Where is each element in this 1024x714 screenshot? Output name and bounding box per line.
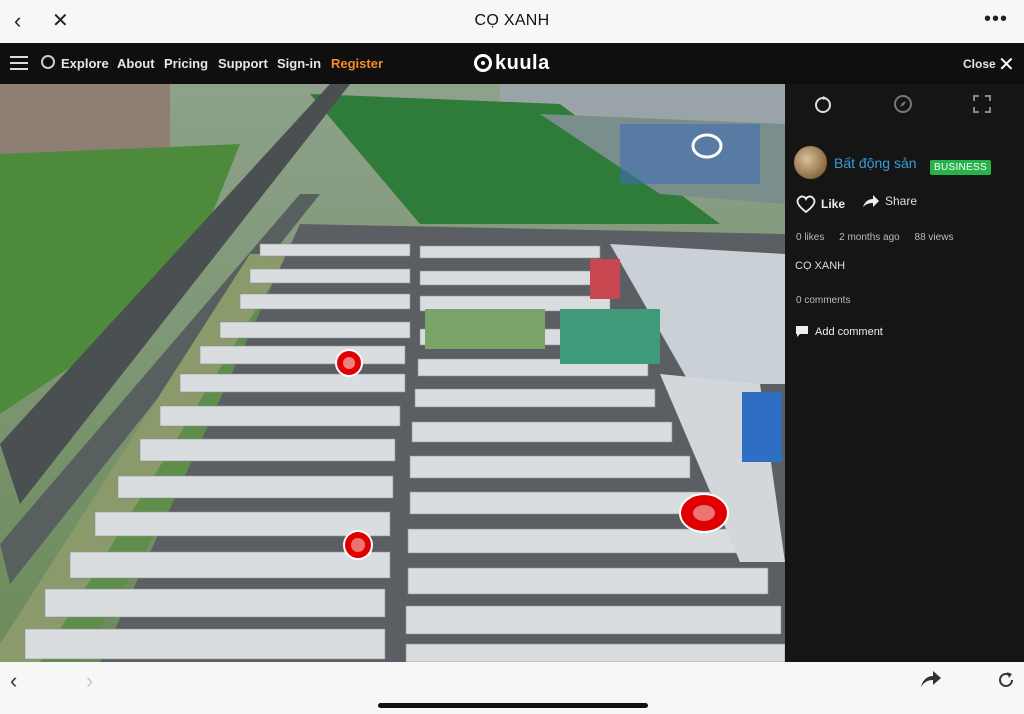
kuula-logo[interactable]: kuula bbox=[474, 50, 550, 76]
share-arrow-icon[interactable] bbox=[920, 670, 942, 688]
nav-sign-in[interactable]: Sign-in bbox=[277, 56, 321, 71]
nav-about[interactable]: About bbox=[117, 56, 155, 71]
logo-ring-icon bbox=[474, 54, 492, 72]
heart-icon bbox=[796, 195, 816, 214]
add-comment-label: Add comment bbox=[815, 325, 883, 338]
post-stats: 0 likes 2 months ago 88 views bbox=[796, 232, 965, 243]
post-description: CỌ XANH bbox=[795, 260, 846, 272]
avatar[interactable] bbox=[794, 146, 827, 179]
likes-count: 0 likes bbox=[796, 232, 825, 243]
author-name[interactable]: Bất động sản bbox=[834, 155, 917, 171]
nav-pricing[interactable]: Pricing bbox=[164, 56, 208, 71]
globe-icon bbox=[41, 55, 55, 69]
fullscreen-icon[interactable] bbox=[972, 94, 992, 114]
logo-text: kuula bbox=[495, 51, 550, 74]
compass-icon[interactable] bbox=[893, 94, 913, 114]
close-viewer-label[interactable]: Close bbox=[963, 57, 996, 71]
aerial-photo bbox=[0, 84, 785, 662]
kuula-navbar: Explore About Pricing Support Sign-in Re… bbox=[0, 43, 1024, 84]
views-count: 88 views bbox=[914, 232, 954, 243]
nav-explore[interactable]: Explore bbox=[61, 56, 109, 71]
panorama-viewer[interactable] bbox=[0, 84, 785, 662]
page-title: CỌ XANH bbox=[474, 12, 550, 29]
browser-top-bar: ‹ ✕ CỌ XANH ••• bbox=[0, 0, 1024, 43]
comments-count: 0 comments bbox=[796, 295, 851, 306]
share-label: Share bbox=[885, 194, 918, 208]
chevron-left-icon[interactable]: ‹ bbox=[10, 668, 17, 694]
post-date: 2 months ago bbox=[839, 232, 900, 243]
nav-support[interactable]: Support bbox=[218, 56, 268, 71]
like-label: Like bbox=[821, 197, 846, 211]
comment-icon bbox=[796, 326, 808, 337]
add-comment-button[interactable]: Add comment bbox=[795, 325, 883, 338]
nav-register[interactable]: Register bbox=[331, 56, 383, 71]
business-badge: BUSINESS bbox=[930, 160, 991, 175]
share-button[interactable]: Share bbox=[862, 194, 917, 208]
reload-icon[interactable] bbox=[996, 670, 1016, 690]
hamburger-menu-icon[interactable] bbox=[10, 56, 28, 70]
like-button[interactable]: Like bbox=[795, 194, 845, 214]
rotate-icon[interactable] bbox=[813, 94, 833, 114]
home-indicator[interactable] bbox=[378, 703, 648, 708]
chevron-right-icon[interactable]: › bbox=[86, 668, 93, 694]
more-options-icon[interactable]: ••• bbox=[984, 8, 1008, 31]
close-icon[interactable]: ✕ bbox=[998, 52, 1015, 77]
share-arrow-icon bbox=[863, 195, 879, 207]
info-panel: Bất động sản BUSINESS Like Share 0 likes… bbox=[785, 84, 1024, 662]
